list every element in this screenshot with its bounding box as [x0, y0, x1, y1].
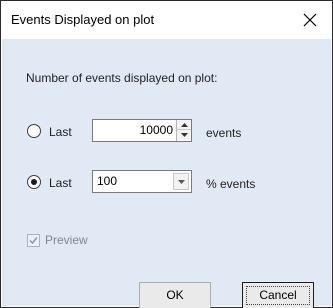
title-bar: Events Displayed on plot: [2, 2, 331, 39]
percent-combobox[interactable]: 100: [92, 170, 192, 193]
spin-up-icon: [180, 122, 188, 127]
focus-rectangle: [246, 286, 310, 305]
preview-checkbox[interactable]: [27, 234, 40, 247]
events-unit-label: events: [206, 126, 242, 140]
chevron-down-icon: [177, 179, 185, 184]
dialog-title: Events Displayed on plot: [11, 12, 155, 27]
radio-selected-dot: [31, 179, 37, 185]
radio-last-events[interactable]: [27, 124, 41, 138]
dialog-body: Number of events displayed on plot: Last…: [2, 39, 331, 308]
spin-down-icon: [180, 133, 188, 137]
events-displayed-dialog: Events Displayed on plot Number of event…: [0, 0, 333, 308]
checkmark-icon: [29, 237, 38, 245]
preview-label: Preview: [45, 233, 88, 247]
close-button[interactable]: [297, 8, 323, 32]
radio-last-percent[interactable]: [27, 175, 41, 189]
close-x-icon: [303, 13, 317, 27]
events-count-spinner[interactable]: 10000: [92, 119, 192, 142]
radio-last-events-label: Last: [49, 125, 72, 139]
radio-last-percent-label: Last: [49, 176, 72, 190]
ok-button[interactable]: OK: [139, 282, 211, 308]
combobox-dropdown-button[interactable]: [173, 173, 189, 190]
spinner-buttons: [176, 120, 191, 141]
percent-value[interactable]: 100: [97, 171, 117, 192]
percent-unit-label: % events: [206, 177, 256, 191]
spin-up-button[interactable]: [177, 120, 191, 130]
events-count-value[interactable]: 10000: [93, 120, 177, 141]
events-heading: Number of events displayed on plot:: [26, 71, 218, 85]
spin-down-button[interactable]: [177, 130, 191, 140]
cancel-button[interactable]: Cancel: [242, 282, 314, 308]
